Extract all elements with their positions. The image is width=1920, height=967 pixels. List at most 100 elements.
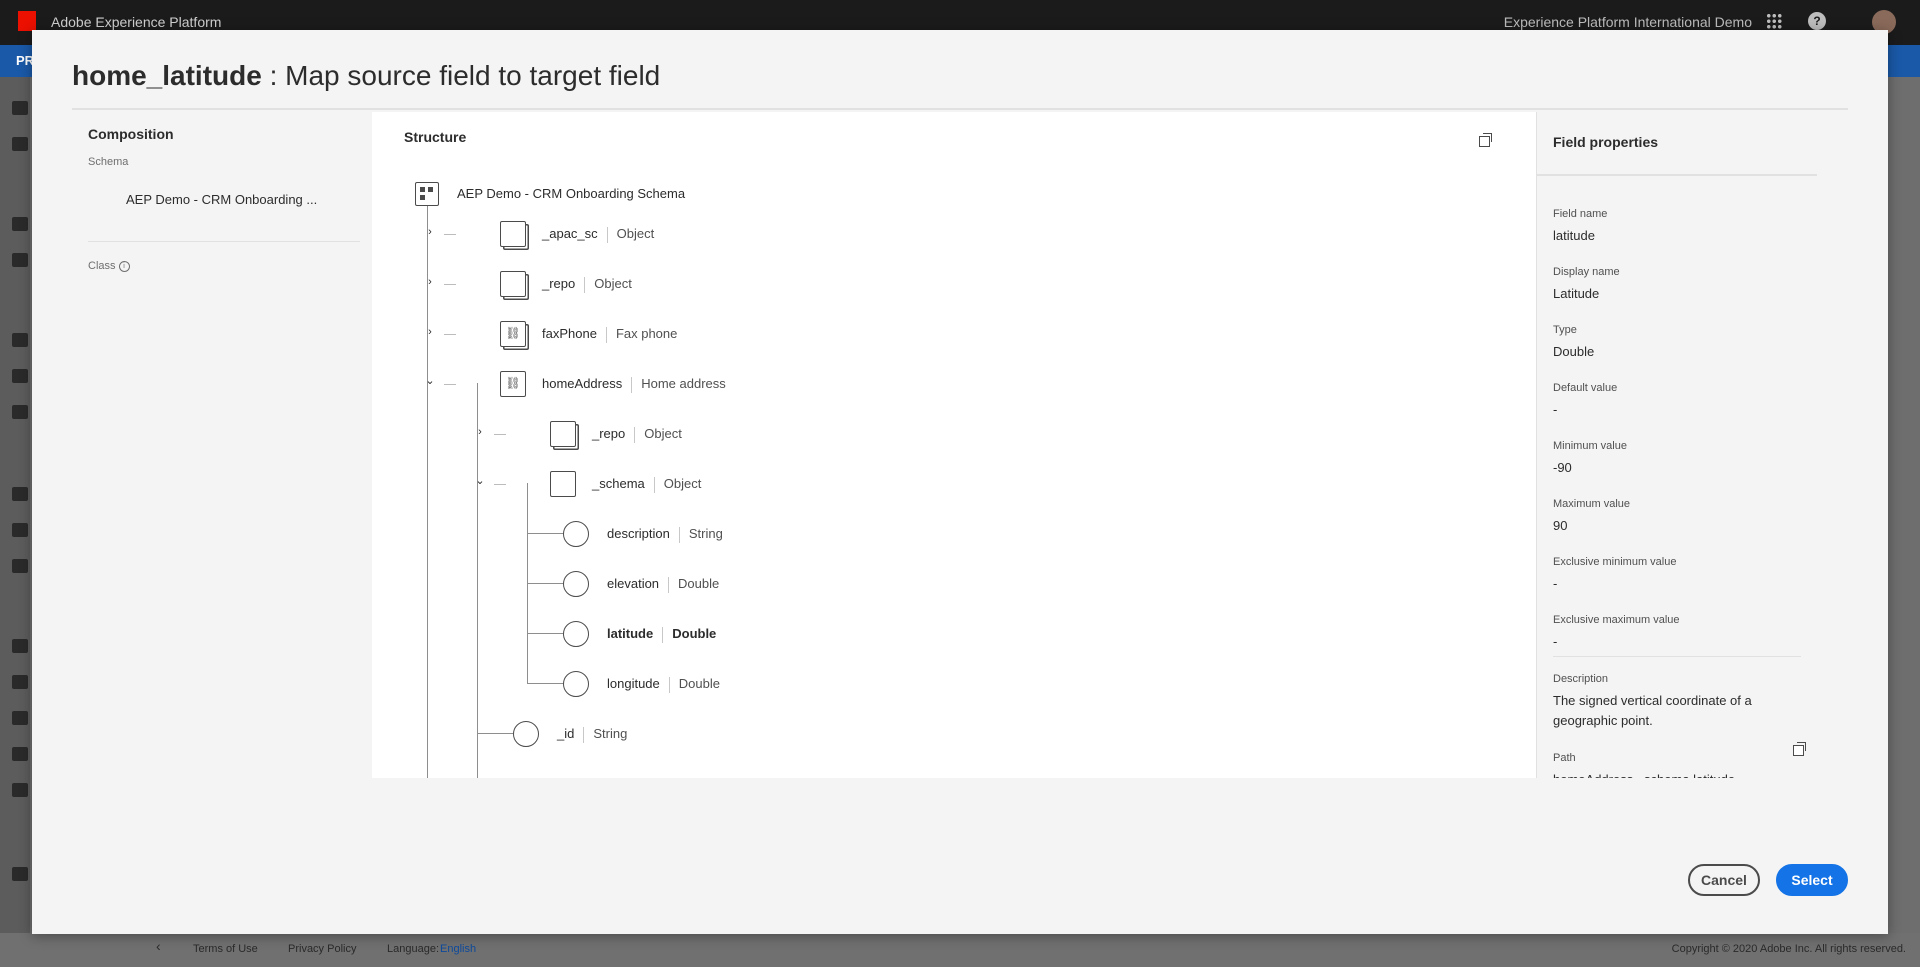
prop-value: -90 bbox=[1553, 460, 1572, 475]
structure-heading: Structure bbox=[404, 129, 467, 145]
tree-row[interactable]: faxPhone Fax phone bbox=[542, 326, 677, 343]
info-icon[interactable]: i bbox=[118, 260, 130, 272]
prop-value: The signed vertical coordinate of a geog… bbox=[1553, 693, 1752, 728]
copy-icon[interactable] bbox=[1479, 133, 1493, 147]
plugin-icon[interactable] bbox=[12, 783, 28, 797]
field-id: home_latitude bbox=[72, 60, 262, 91]
expand-chevron-icon[interactable]: › bbox=[425, 276, 435, 288]
composition-panel: Composition Schema AEP Demo - CRM Onboar… bbox=[72, 110, 373, 776]
prop-exclusive-maximum: Exclusive maximum value - bbox=[1553, 614, 1813, 652]
datasets-icon[interactable] bbox=[12, 675, 28, 689]
admin-icon[interactable] bbox=[12, 867, 28, 881]
tree-row[interactable]: elevation Double bbox=[607, 576, 719, 593]
tree-row[interactable]: _repo Object bbox=[592, 426, 682, 443]
home-icon[interactable] bbox=[12, 101, 28, 115]
prop-label: Display name bbox=[1553, 266, 1620, 278]
prop-value: latitude bbox=[1553, 228, 1595, 243]
terms-link[interactable]: Terms of Use bbox=[193, 943, 258, 955]
monitoring-icon[interactable] bbox=[12, 747, 28, 761]
field-name: elevation bbox=[607, 576, 660, 591]
field-type: Double bbox=[678, 576, 720, 591]
field-name: _repo bbox=[542, 276, 576, 291]
tree-row[interactable]: _schema Object bbox=[592, 476, 701, 493]
expand-chevron-icon[interactable]: › bbox=[425, 226, 435, 238]
tree-line bbox=[477, 733, 513, 734]
tree-line bbox=[477, 383, 478, 778]
type-divider bbox=[634, 426, 636, 443]
field-properties-panel: Field properties Field name latitude Disp… bbox=[1536, 112, 1817, 778]
expand-chevron-icon[interactable]: › bbox=[475, 426, 485, 438]
expand-chevron-icon[interactable]: › bbox=[425, 326, 435, 338]
tree-row[interactable]: _id String bbox=[557, 726, 627, 743]
adobe-logo-icon[interactable] bbox=[18, 11, 36, 31]
field-icon bbox=[563, 671, 589, 697]
apps-grid-icon[interactable] bbox=[1766, 13, 1782, 29]
select-button[interactable]: Select bbox=[1776, 864, 1848, 896]
schema-name[interactable]: AEP Demo - CRM Onboarding ... bbox=[126, 192, 326, 207]
sources-icon[interactable] bbox=[12, 217, 28, 231]
page-footer: ‹ Terms of Use Privacy Policy Language: … bbox=[0, 933, 1920, 967]
identities-icon[interactable] bbox=[12, 405, 28, 419]
workflows-icon[interactable] bbox=[12, 137, 28, 151]
field-name: homeAddress bbox=[542, 376, 623, 391]
type-divider bbox=[583, 726, 585, 743]
cancel-button[interactable]: Cancel bbox=[1688, 864, 1760, 896]
tree-row[interactable]: longitude Double bbox=[607, 676, 720, 693]
language-link[interactable]: English bbox=[440, 943, 476, 955]
tracing-icon[interactable] bbox=[12, 559, 28, 573]
field-type: Double bbox=[672, 626, 717, 641]
link-icon: ⛓ bbox=[500, 371, 526, 397]
tree-row[interactable]: _apac_sc Object bbox=[542, 226, 654, 243]
prop-value: Latitude bbox=[1553, 286, 1600, 301]
privacy-link[interactable]: Privacy Policy bbox=[288, 943, 356, 955]
collapse-chevron-icon[interactable]: ⌄ bbox=[475, 474, 485, 487]
type-divider bbox=[631, 376, 633, 393]
tree-line bbox=[527, 633, 563, 634]
tree-dash bbox=[444, 284, 456, 285]
collapse-chevron-icon[interactable]: ‹ bbox=[156, 938, 161, 954]
tree-dash bbox=[444, 234, 456, 235]
copy-path-icon[interactable] bbox=[1793, 742, 1807, 756]
field-name: _apac_sc bbox=[542, 226, 598, 241]
title-separator: : bbox=[261, 60, 286, 91]
prop-value: 90 bbox=[1553, 518, 1568, 533]
segments-icon[interactable] bbox=[12, 369, 28, 383]
prop-field-name: Field name latitude bbox=[1553, 208, 1813, 246]
profiles-icon[interactable] bbox=[12, 333, 28, 347]
schemas-icon[interactable] bbox=[12, 639, 28, 653]
tree-row[interactable]: _repo Object bbox=[542, 276, 632, 293]
prop-default-value: Default value - bbox=[1553, 382, 1813, 420]
field-type: String bbox=[688, 526, 723, 541]
prop-type: Type Double bbox=[1553, 324, 1813, 362]
prop-value: homeAddress._schema.latitude bbox=[1553, 770, 1813, 778]
composition-heading: Composition bbox=[88, 126, 174, 142]
tree-dash bbox=[444, 384, 456, 385]
app-title[interactable]: Adobe Experience Platform bbox=[51, 14, 221, 30]
code-icon[interactable] bbox=[12, 487, 28, 501]
prop-label: Minimum value bbox=[1553, 440, 1627, 452]
tree-row[interactable]: description String bbox=[607, 526, 723, 543]
field-icon bbox=[513, 721, 539, 747]
object-icon bbox=[500, 221, 526, 247]
tree-row-selected[interactable]: latitude Double bbox=[607, 626, 716, 643]
queries-icon[interactable] bbox=[12, 711, 28, 725]
destinations-icon[interactable] bbox=[12, 253, 28, 267]
field-name: latitude bbox=[607, 626, 654, 641]
field-name: description bbox=[607, 526, 670, 541]
org-switcher[interactable]: Experience Platform International Demo bbox=[1504, 14, 1752, 30]
map-field-dialog: home_latitude : Map source field to targ… bbox=[32, 30, 1888, 934]
tree-dash bbox=[444, 334, 456, 335]
prop-display-name: Display name Latitude bbox=[1553, 266, 1813, 304]
field-type: Object bbox=[663, 476, 702, 491]
tree-line bbox=[527, 533, 563, 534]
properties-divider bbox=[1537, 174, 1817, 176]
tree-row[interactable]: homeAddress Home address bbox=[542, 376, 726, 393]
type-divider bbox=[668, 576, 670, 593]
tree-dash bbox=[494, 484, 506, 485]
prop-value: - bbox=[1553, 402, 1558, 417]
lab-icon[interactable] bbox=[12, 523, 28, 537]
type-divider bbox=[662, 626, 664, 643]
left-rail bbox=[0, 77, 30, 937]
collapse-chevron-icon[interactable]: ⌄ bbox=[425, 374, 435, 387]
help-icon[interactable]: ? bbox=[1808, 12, 1826, 30]
